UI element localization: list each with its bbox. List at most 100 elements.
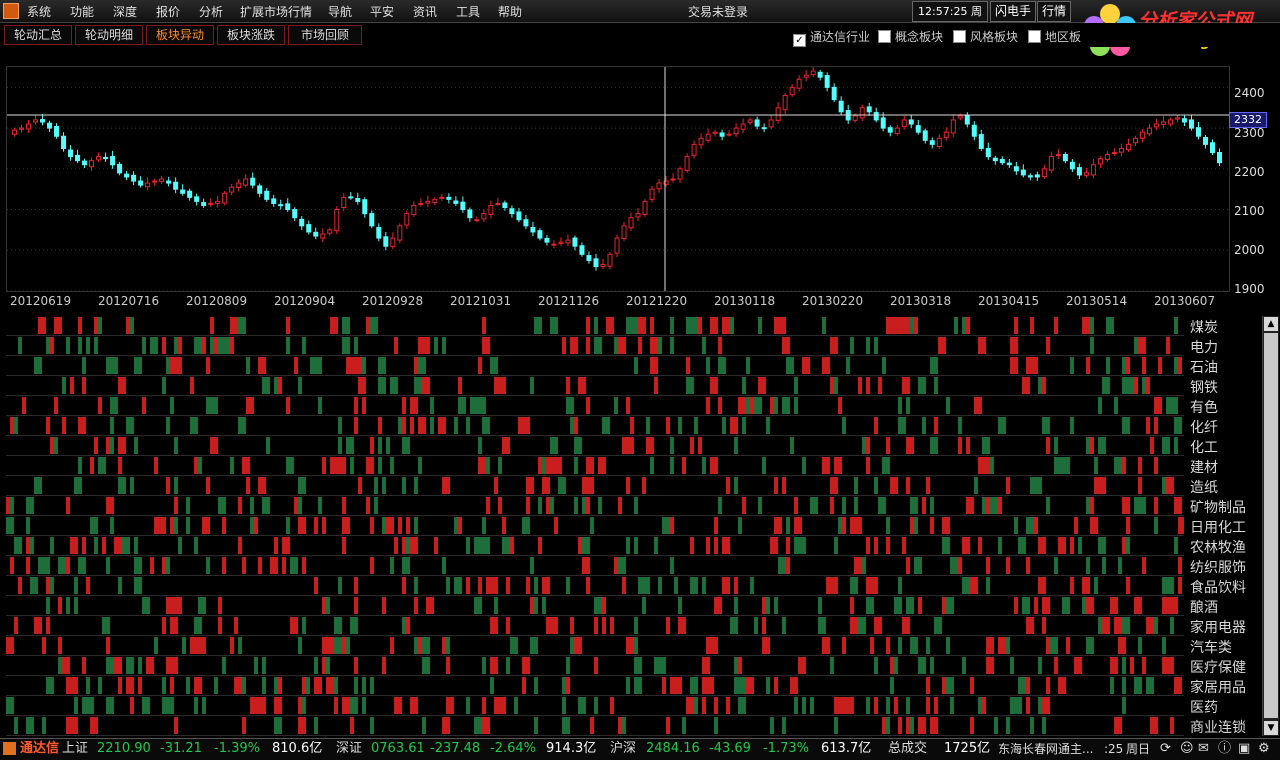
heatmap-cell[interactable]: [110, 417, 114, 434]
heatmap-cell[interactable]: [118, 457, 122, 474]
heatmap-cell[interactable]: [614, 337, 618, 354]
heatmap-cell[interactable]: [906, 597, 914, 614]
tab-rotation-detail[interactable]: 轮动明细: [75, 25, 143, 45]
scroll-thumb[interactable]: [1264, 333, 1278, 718]
heatmap-cell[interactable]: [930, 717, 938, 734]
heatmap-cell[interactable]: [1166, 477, 1174, 494]
heatmap-cell[interactable]: [1142, 657, 1146, 674]
tab-sector-anomaly[interactable]: 板块异动: [146, 25, 214, 45]
heatmap-cell[interactable]: [1086, 357, 1090, 374]
heatmap-cell[interactable]: [706, 357, 710, 374]
sector-label[interactable]: 日用化工: [1190, 517, 1246, 537]
heatmap-cell[interactable]: [890, 657, 894, 674]
heatmap-cell[interactable]: [154, 457, 158, 474]
heatmap-cell[interactable]: [162, 677, 166, 694]
menu-pingan[interactable]: 平安: [370, 3, 394, 20]
heatmap-cell[interactable]: [714, 517, 718, 534]
heatmap-cell[interactable]: [390, 637, 394, 654]
heatmap-cell[interactable]: [1174, 437, 1178, 454]
heatmap-cell[interactable]: [918, 657, 926, 674]
heatmap-cell[interactable]: [958, 417, 962, 434]
heatmap-cell[interactable]: [174, 337, 178, 354]
heatmap-cell[interactable]: [90, 717, 98, 734]
heatmap-cell[interactable]: [822, 357, 826, 374]
heatmap-cell[interactable]: [498, 497, 502, 514]
heatmap-cell[interactable]: [378, 417, 382, 434]
heatmap-cell[interactable]: [106, 697, 114, 714]
heatmap-cell[interactable]: [610, 617, 614, 634]
heatmap-cell[interactable]: [998, 637, 1006, 654]
heatmap-cell[interactable]: [194, 697, 198, 714]
heatmap-cell[interactable]: [1162, 577, 1166, 594]
heatmap-cell[interactable]: [926, 697, 930, 714]
heatmap-cell[interactable]: [346, 357, 354, 374]
heatmap-cell[interactable]: [1142, 557, 1146, 574]
heatmap-cell[interactable]: [34, 357, 42, 374]
heatmap-cell[interactable]: [1018, 537, 1026, 554]
heatmap-cell[interactable]: [582, 537, 590, 554]
heatmap-cell[interactable]: [1034, 517, 1038, 534]
heatmap-cell[interactable]: [314, 717, 318, 734]
heatmap-cell[interactable]: [658, 577, 662, 594]
heatmap-cell[interactable]: [530, 377, 534, 394]
heatmap-cell[interactable]: [290, 557, 298, 574]
heatmap-cell[interactable]: [26, 517, 30, 534]
heatmap-cell[interactable]: [338, 577, 342, 594]
heatmap-cell[interactable]: [698, 317, 702, 334]
heatmap-cell[interactable]: [686, 357, 690, 374]
heatmap-cell[interactable]: [210, 317, 214, 334]
heatmap-cell[interactable]: [762, 617, 766, 634]
heatmap-cell[interactable]: [794, 517, 802, 534]
heatmap-cell[interactable]: [1162, 597, 1166, 614]
heatmap-cell[interactable]: [1166, 337, 1170, 354]
heatmap-cell[interactable]: [634, 317, 638, 334]
heatmap-cell[interactable]: [1166, 597, 1170, 614]
heatmap-cell[interactable]: [1042, 417, 1050, 434]
heatmap-cell[interactable]: [186, 677, 190, 694]
heatmap-cell[interactable]: [58, 317, 62, 334]
heatmap-cell[interactable]: [390, 457, 394, 474]
heatmap-cell[interactable]: [222, 557, 226, 574]
heatmap-cell[interactable]: [98, 677, 102, 694]
heatmap-cell[interactable]: [150, 657, 154, 674]
heatmap-cell[interactable]: [850, 597, 854, 614]
heatmap-cell[interactable]: [714, 537, 718, 554]
heatmap-cell[interactable]: [334, 677, 338, 694]
heatmap-cell[interactable]: [194, 337, 198, 354]
heatmap-cell[interactable]: [946, 397, 950, 414]
heatmap-cell[interactable]: [354, 677, 358, 694]
heatmap-cell[interactable]: [1114, 657, 1118, 674]
heatmap-cell[interactable]: [38, 317, 46, 334]
heatmap-cell[interactable]: [802, 537, 806, 554]
heatmap-cell[interactable]: [506, 537, 510, 554]
heatmap-cell[interactable]: [566, 677, 570, 694]
heatmap-cell[interactable]: [1122, 357, 1126, 374]
heatmap-cell[interactable]: [218, 597, 222, 614]
heatmap-cell[interactable]: [286, 337, 290, 354]
menu-quote[interactable]: 报价: [156, 3, 180, 20]
heatmap-cell[interactable]: [542, 577, 550, 594]
heatmap-cell[interactable]: [782, 317, 786, 334]
heatmap-cell[interactable]: [926, 677, 930, 694]
heatmap-cell[interactable]: [646, 417, 650, 434]
heatmap-cell[interactable]: [1126, 357, 1130, 374]
heatmap-cell[interactable]: [862, 557, 866, 574]
heatmap-cell[interactable]: [722, 417, 726, 434]
heatmap-cell[interactable]: [218, 497, 226, 514]
heatmap-cell[interactable]: [362, 357, 366, 374]
heatmap-cell[interactable]: [750, 577, 754, 594]
heatmap-cell[interactable]: [594, 337, 598, 354]
heatmap-cell[interactable]: [854, 497, 858, 514]
heatmap-cell[interactable]: [1026, 557, 1030, 574]
heatmap-cell[interactable]: [374, 477, 378, 494]
heatmap-cell[interactable]: [1098, 617, 1102, 634]
heatmap-cell[interactable]: [682, 457, 686, 474]
sector-label[interactable]: 煤炭: [1190, 317, 1218, 337]
heatmap-cell[interactable]: [262, 377, 266, 394]
heatmap-cell[interactable]: [746, 677, 750, 694]
heatmap-cell[interactable]: [434, 337, 438, 354]
heatmap-cell[interactable]: [442, 717, 446, 734]
heatmap-cell[interactable]: [1030, 617, 1034, 634]
heatmap-cell[interactable]: [434, 537, 438, 554]
heatmap-cell[interactable]: [174, 357, 182, 374]
